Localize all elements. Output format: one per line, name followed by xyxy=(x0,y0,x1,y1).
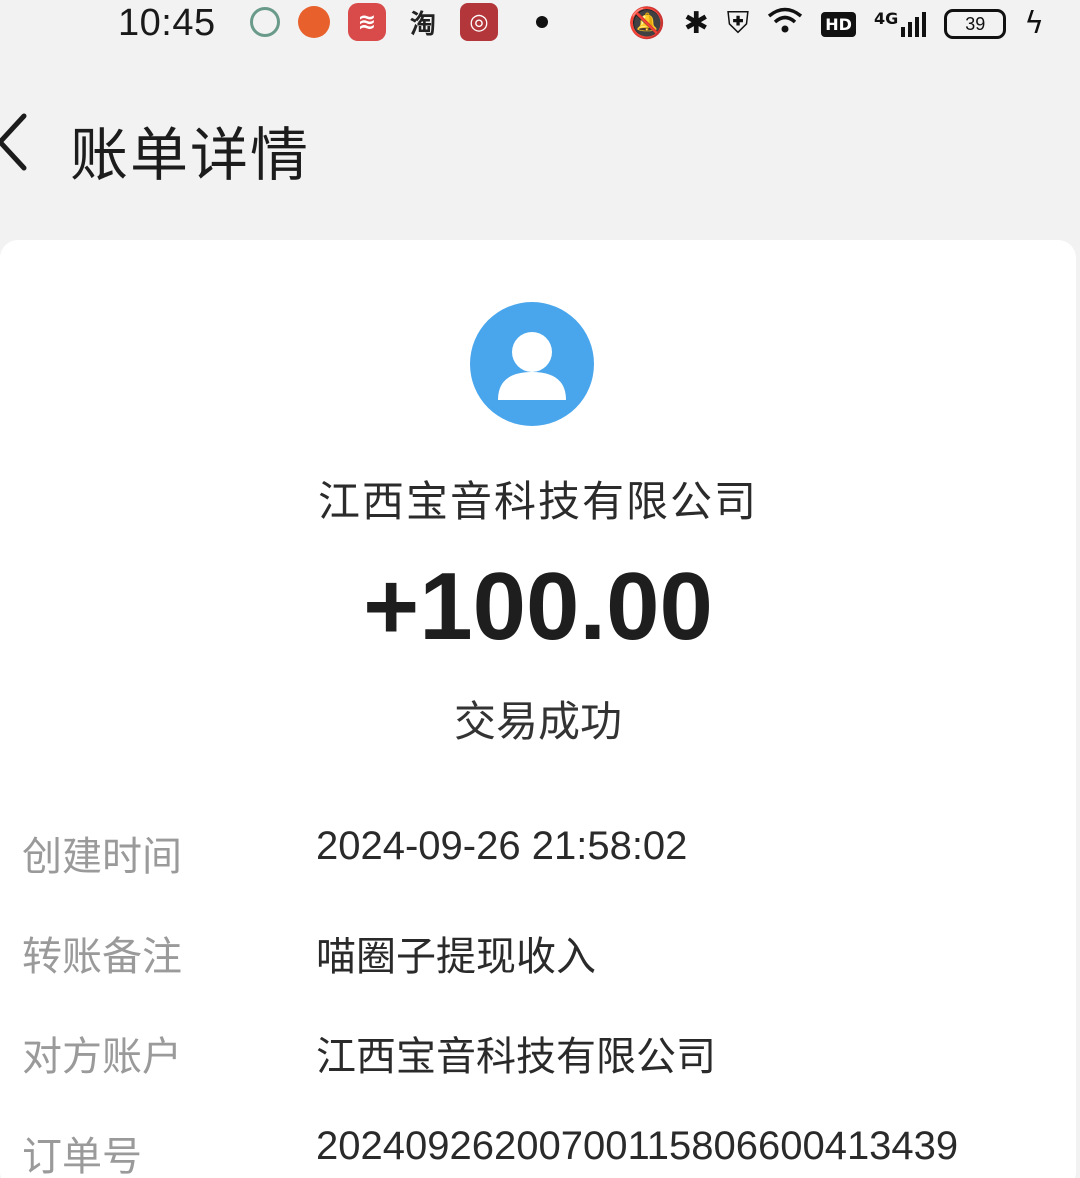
detail-label: 创建时间 xyxy=(22,834,182,880)
bell-off-icon: 🔕 xyxy=(628,6,666,41)
status-time: 10:45 xyxy=(118,2,216,44)
red-app-icon: ≋ xyxy=(348,3,386,41)
detail-value: 20240926200700115806600413439 xyxy=(316,1124,959,1168)
network-type-label: 4G xyxy=(873,9,899,28)
status-bar: 10:45 ≋ 淘 ◎ 🔕 ✱ ⛨ HD 4G 39 ϟ xyxy=(0,0,1080,48)
detail-value: 喵圈子提现收入 xyxy=(316,934,596,980)
hd-badge: HD xyxy=(821,11,856,37)
eye-app-icon xyxy=(250,7,280,37)
chevron-left-icon xyxy=(0,113,27,171)
back-button[interactable] xyxy=(0,112,34,172)
more-notifications-dot xyxy=(536,16,548,28)
transaction-status: 交易成功 xyxy=(453,697,622,746)
taobao-icon: 淘 xyxy=(409,9,436,40)
detail-row-remark: 转账备注 喵圈子提现收入 xyxy=(0,924,1076,984)
page-title: 账单详情 xyxy=(70,121,311,189)
battery-level: 39 xyxy=(965,13,986,34)
amount: +100.00 xyxy=(363,553,713,660)
detail-value: 2024-09-26 21:58:02 xyxy=(316,824,688,868)
bluetooth-icon: ✱ xyxy=(683,6,709,41)
notification-icons: ≋ 淘 ◎ xyxy=(250,2,548,42)
avatar xyxy=(470,302,594,426)
detail-label: 转账备注 xyxy=(22,934,182,980)
detail-row-counterparty: 对方账户 江西宝音科技有限公司 xyxy=(0,1024,1076,1084)
payer-name: 江西宝音科技有限公司 xyxy=(317,477,758,526)
system-icons: 🔕 ✱ ⛨ HD 4G 39 ϟ xyxy=(628,4,1044,44)
bill-card: 江西宝音科技有限公司 +100.00 交易成功 创建时间 2024-09-26 … xyxy=(0,240,1076,1178)
battery-icon: 39 xyxy=(944,9,1007,39)
detail-row-create-time: 创建时间 2024-09-26 21:58:02 xyxy=(0,824,1076,884)
wifi-icon xyxy=(767,7,803,41)
signal-icon: 4G xyxy=(873,9,927,37)
charging-icon: ϟ xyxy=(1024,6,1044,41)
header: 账单详情 xyxy=(0,90,1080,200)
basketball-app-icon xyxy=(298,6,330,38)
bank-app-icon: ◎ xyxy=(460,3,498,41)
detail-label: 订单号 xyxy=(22,1134,142,1178)
detail-value: 江西宝音科技有限公司 xyxy=(316,1034,716,1080)
shield-icon: ⛨ xyxy=(726,6,750,41)
user-icon xyxy=(498,332,566,400)
detail-label: 对方账户 xyxy=(22,1034,182,1080)
detail-row-order-number: 订单号 20240926200700115806600413439 xyxy=(0,1124,1076,1178)
